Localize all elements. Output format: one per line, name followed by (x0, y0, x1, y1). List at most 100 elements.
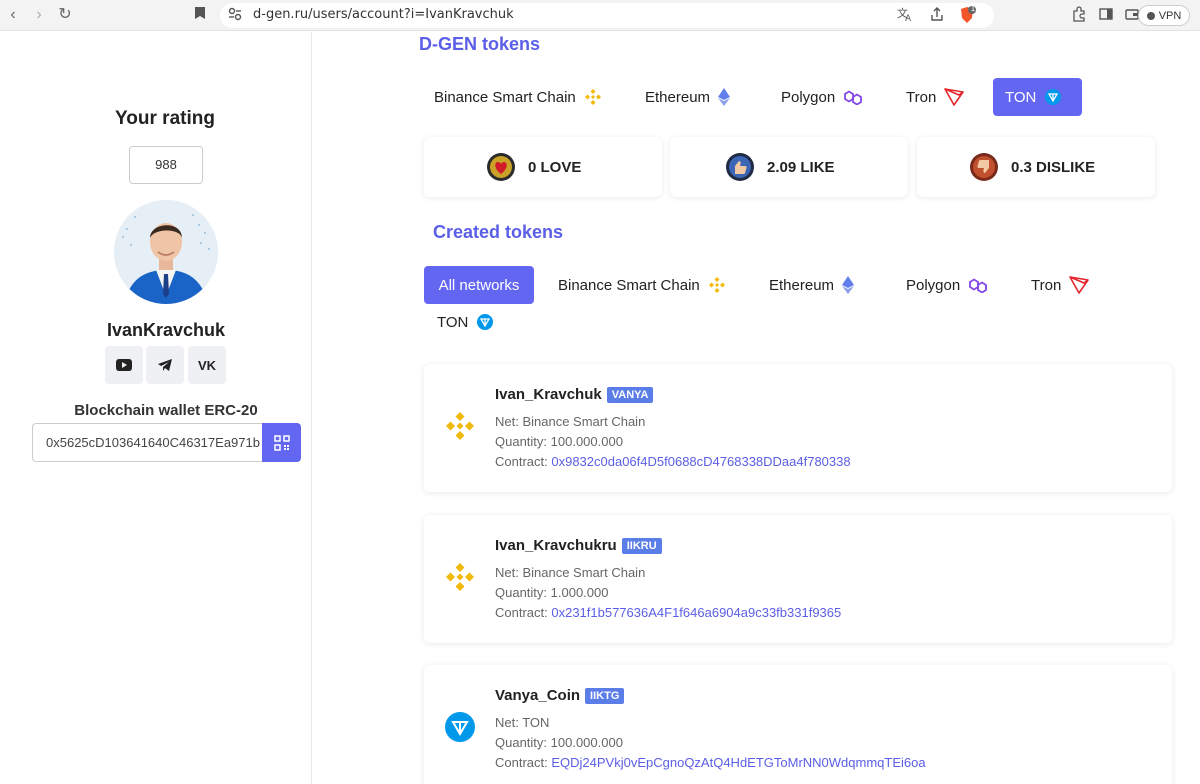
qr-code-button[interactable] (262, 423, 301, 462)
dgen-tab-ton[interactable]: TON (993, 78, 1082, 116)
filter-all-networks[interactable]: All networks (424, 266, 534, 304)
token-name: Vanya_Coin IIKTG (495, 687, 625, 704)
contract-label: Contract: (495, 454, 552, 469)
token-ticker: VANYA (606, 386, 654, 403)
bnb-icon (446, 563, 474, 591)
contract-link[interactable]: 0x9832c0da06f4D5f0688cD4768338DDaa4f7803… (551, 454, 850, 469)
tab-label: Ethereum (769, 276, 835, 294)
token-name-text: Ivan_Kravchukru (495, 537, 617, 554)
token-card[interactable]: Vanya_Coin IIKTG Net: TON Quantity: 100.… (424, 665, 1172, 784)
vpn-button[interactable]: VPN (1138, 5, 1190, 26)
dgen-tab-polygon[interactable]: Polygon (769, 78, 875, 116)
tab-label: TON (1005, 88, 1037, 106)
tab-label: Tron (1031, 276, 1062, 294)
contract-link[interactable]: 0x231f1b577636A4F1f646a6904a9c33fb331f93… (551, 605, 841, 620)
tab-label: Tron (906, 88, 937, 106)
token-quantity: Quantity: 100.000.000 (495, 434, 623, 449)
dislike-label: 0.3 DISLIKE (1011, 158, 1096, 176)
token-name: Ivan_Kravchukru IIKRU (495, 537, 662, 554)
youtube-button[interactable] (105, 346, 143, 384)
contract-label: Contract: (495, 755, 552, 770)
heart-coin-icon (487, 153, 515, 181)
love-label: 0 LOVE (528, 158, 582, 176)
sidebar-toggle-icon[interactable] (1097, 6, 1115, 24)
tab-label: Binance Smart Chain (558, 276, 700, 294)
token-card[interactable]: Ivan_Kravchuk VANYA Net: Binance Smart C… (424, 364, 1172, 492)
tron-icon (1069, 276, 1090, 294)
tron-icon (944, 88, 965, 106)
wallet-address-field[interactable]: 0x5625cD103641640C46317Ea971b (32, 423, 263, 462)
reload-icon[interactable]: ↻ (56, 6, 74, 24)
token-quantity: Quantity: 100.000.000 (495, 735, 623, 750)
token-contract: Contract: 0x9832c0da06f4D5f0688cD4768338… (495, 454, 851, 469)
token-contract: Contract: 0x231f1b577636A4F1f646a6904a9c… (495, 605, 841, 620)
youtube-icon (116, 359, 132, 371)
back-icon[interactable]: ‹ (4, 6, 22, 24)
dislike-coin-icon (970, 153, 998, 181)
contract-label: Contract: (495, 605, 552, 620)
ton-icon (445, 712, 475, 742)
rating-title: Your rating (115, 108, 215, 129)
polygon-icon (969, 278, 988, 293)
qr-code-icon (273, 434, 290, 451)
vk-icon: VK (197, 357, 217, 373)
filter-polygon[interactable]: Polygon (894, 266, 1000, 304)
telegram-button[interactable] (146, 346, 184, 384)
token-contract: Contract: EQDj24PVkj0vEpCgnoQzAtQ4HdETGT… (495, 755, 926, 770)
token-card[interactable]: Ivan_Kravchukru IIKRU Net: Binance Smart… (424, 515, 1172, 643)
like-card: 2.09 LIKE (670, 137, 908, 197)
love-card: 0 LOVE (424, 137, 662, 197)
username: IvanKravchuk (106, 320, 226, 340)
share-icon[interactable] (928, 6, 946, 24)
bookmark-icon[interactable] (191, 6, 209, 24)
ton-icon (477, 314, 494, 330)
translate-icon[interactable]: 文A (896, 6, 914, 24)
token-ticker: IIKTG (585, 687, 625, 704)
token-ticker: IIKRU (621, 537, 662, 554)
avatar (114, 200, 218, 304)
ton-icon (1045, 89, 1062, 105)
eth-icon (842, 276, 855, 294)
browser-toolbar: ‹ › ↻ d-gen.ru/users/account?i=IvanKravc… (0, 0, 1200, 31)
like-label: 2.09 LIKE (767, 158, 835, 176)
token-name: Ivan_Kravchuk VANYA (495, 386, 654, 403)
token-name-text: Ivan_Kravchuk (495, 386, 602, 403)
svg-text:A: A (905, 14, 912, 22)
dgen-tab-bsc[interactable]: Binance Smart Chain (422, 78, 614, 116)
dislike-card: 0.3 DISLIKE (917, 137, 1155, 197)
url-text[interactable]: d-gen.ru/users/account?i=IvanKravchuk (253, 7, 514, 22)
rating-value: 988 (129, 146, 203, 184)
bnb-icon (446, 412, 474, 440)
token-net: Net: Binance Smart Chain (495, 565, 646, 580)
vk-button[interactable]: VK (188, 346, 226, 384)
dgen-tab-ethereum[interactable]: Ethereum (633, 78, 742, 116)
filter-tron[interactable]: Tron (1019, 266, 1101, 304)
vpn-status-icon (1146, 11, 1155, 20)
tab-label: Polygon (781, 88, 836, 106)
like-coin-icon (726, 153, 754, 181)
token-quantity: Quantity: 1.000.000 (495, 585, 609, 600)
eth-icon (718, 88, 731, 106)
forward-icon[interactable]: › (30, 6, 48, 24)
token-name-text: Vanya_Coin (495, 687, 581, 704)
site-info-icon[interactable] (226, 7, 244, 25)
vpn-label: VPN (1158, 9, 1182, 22)
filter-bsc[interactable]: Binance Smart Chain (546, 266, 738, 304)
tab-label: Polygon (906, 276, 961, 294)
tab-label: Binance Smart Chain (434, 88, 576, 106)
polygon-icon (844, 90, 863, 105)
contract-link[interactable]: EQDj24PVkj0vEpCgnoQzAtQ4HdETGToMrNN0Wdqm… (551, 755, 925, 770)
dgen-tab-tron[interactable]: Tron (894, 78, 976, 116)
created-tokens-title: Created tokens (433, 222, 564, 242)
shield-badge: 1 (970, 4, 976, 13)
filter-ton[interactable]: TON (425, 303, 506, 341)
filter-ethereum[interactable]: Ethereum (757, 266, 866, 304)
token-net: Net: TON (495, 715, 550, 730)
tab-label: TON (437, 313, 469, 331)
tab-label: All networks (438, 276, 520, 294)
telegram-icon (158, 359, 172, 371)
dgen-tokens-title: D-GEN tokens (419, 34, 541, 54)
wallet-title: Blockchain wallet ERC-20 (74, 402, 258, 419)
extensions-icon[interactable] (1070, 6, 1088, 24)
token-net: Net: Binance Smart Chain (495, 414, 646, 429)
